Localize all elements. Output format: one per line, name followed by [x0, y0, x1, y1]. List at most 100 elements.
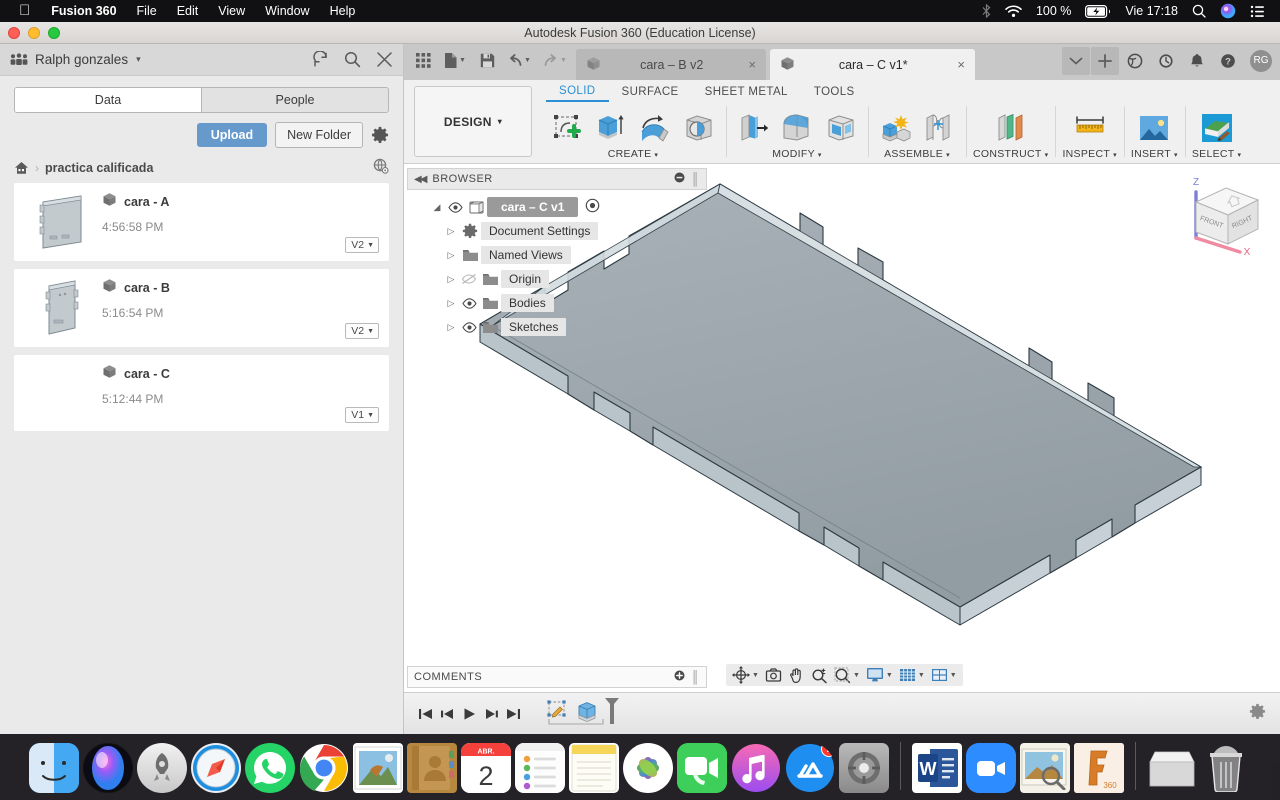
twisty-collapsed-icon[interactable]: ▷ — [443, 298, 459, 309]
preview-icon[interactable] — [1020, 743, 1070, 793]
measure-icon[interactable] — [1070, 108, 1110, 148]
new-tab-plus-icon[interactable] — [1091, 46, 1119, 75]
tab-solid[interactable]: SOLID — [546, 82, 609, 102]
photos-icon[interactable] — [623, 743, 673, 793]
orbit-icon[interactable]: ▼ — [730, 665, 761, 685]
maximize-window-button[interactable] — [48, 27, 60, 39]
version-dropdown[interactable]: V1 ▼ — [345, 407, 379, 423]
menu-edit[interactable]: Edit — [167, 0, 209, 22]
menu-file[interactable]: File — [127, 0, 167, 22]
chevron-down-icon[interactable]: ▾ — [1113, 152, 1117, 159]
window-traffic-lights[interactable] — [8, 27, 60, 39]
redo-icon[interactable]: ▼ — [538, 48, 572, 74]
search-icon[interactable] — [344, 51, 361, 68]
chevron-down-icon[interactable]: ▾ — [946, 152, 950, 159]
itunes-icon[interactable] — [731, 743, 781, 793]
workspace-switcher[interactable]: DESIGN ▾ — [414, 86, 532, 157]
collapse-left-icon[interactable]: ◀◀ — [414, 174, 427, 185]
add-comment-icon[interactable] — [674, 670, 685, 684]
tab-tools[interactable]: TOOLS — [801, 82, 868, 102]
chevron-down-icon[interactable]: ▼ — [950, 672, 957, 679]
3d-viewport[interactable]: ◀◀ BROWSER ║ ◢ cara – C v1 ▷ Document Se… — [404, 164, 1280, 692]
close-icon[interactable] — [376, 51, 393, 68]
system-preferences-icon[interactable] — [839, 743, 889, 793]
avatar[interactable]: RG — [1250, 49, 1272, 72]
go-to-end-ic`on[interactable] — [502, 701, 524, 727]
tab-surface[interactable]: SURFACE — [609, 82, 692, 102]
menu-view[interactable]: View — [208, 0, 255, 22]
help-question-icon[interactable]: ? — [1213, 47, 1243, 75]
chevron-down-icon[interactable]: ▼ — [560, 57, 567, 64]
close-window-button[interactable] — [8, 27, 20, 39]
mail-icon[interactable] — [353, 743, 403, 793]
twisty-collapsed-icon[interactable]: ▷ — [443, 322, 459, 333]
apple-icon[interactable]:  — [8, 0, 41, 21]
tab-people[interactable]: People — [201, 88, 388, 112]
chevron-down-icon[interactable]: ▼ — [459, 57, 466, 64]
bluetooth-icon[interactable] — [975, 0, 998, 22]
visibility-eye-icon[interactable] — [445, 201, 465, 213]
save-icon[interactable] — [474, 48, 500, 74]
data-panel-tabs[interactable]: Data People — [14, 87, 389, 113]
list-item[interactable]: cara - B 5:16:54 PM V2 ▼ — [14, 269, 389, 347]
safari-icon[interactable] — [191, 743, 241, 793]
tree-node-origin[interactable]: ▷ Origin — [407, 267, 707, 291]
create-sketch-icon[interactable] — [547, 108, 587, 148]
notes-icon[interactable] — [569, 743, 619, 793]
go-to-beginning-icon[interactable] — [414, 701, 436, 727]
show-data-panel-icon[interactable] — [410, 48, 436, 74]
battery-charging-icon[interactable] — [1078, 0, 1118, 22]
extrude-icon[interactable] — [591, 108, 631, 148]
contacts-icon[interactable] — [407, 743, 457, 793]
hole-icon[interactable] — [679, 108, 719, 148]
menu-help[interactable]: Help — [320, 0, 366, 22]
fillet-icon[interactable] — [777, 108, 817, 148]
home-icon[interactable] — [14, 161, 29, 175]
activate-component-radio[interactable] — [585, 198, 600, 216]
display-settings-icon[interactable]: ▼ — [864, 665, 895, 685]
zoom-window-icon[interactable]: ▼ — [832, 665, 862, 685]
breadcrumb-current-folder[interactable]: practica calificada — [45, 161, 153, 175]
insert-image-icon[interactable] — [1134, 108, 1174, 148]
visibility-eye-icon[interactable] — [459, 321, 479, 333]
new-folder-button[interactable]: New Folder — [275, 122, 363, 148]
tree-node-bodies[interactable]: ▷ Bodies — [407, 291, 707, 315]
comments-panel-header[interactable]: COMMENTS ║ — [407, 666, 707, 688]
close-icon[interactable]: × — [748, 57, 756, 72]
press-pull-icon[interactable] — [733, 108, 773, 148]
minimize-window-button[interactable] — [28, 27, 40, 39]
job-status-icon[interactable] — [1120, 47, 1150, 75]
twisty-collapsed-icon[interactable]: ▷ — [443, 226, 459, 237]
menu-app-name[interactable]: Fusion 360 — [41, 0, 126, 22]
close-icon[interactable]: × — [957, 57, 965, 72]
notifications-bell-icon[interactable] — [1182, 47, 1212, 75]
gear-icon[interactable] — [371, 126, 389, 144]
menu-window[interactable]: Window — [255, 0, 319, 22]
menubar-clock[interactable]: Vie 17:18 — [1118, 0, 1185, 22]
new-component-icon[interactable] — [875, 108, 915, 148]
list-item[interactable]: cara - A 4:56:58 PM V2 ▼ — [14, 183, 389, 261]
facetime-icon[interactable] — [677, 743, 727, 793]
document-tab-cara-c[interactable]: cara – C v1* × — [770, 49, 975, 80]
pan-icon[interactable] — [786, 665, 807, 685]
panel-resize-handle[interactable]: ║ — [691, 670, 700, 684]
tree-node-sketches[interactable]: ▷ Sketches — [407, 315, 707, 339]
search-icon[interactable] — [1185, 0, 1213, 22]
launchpad-icon[interactable] — [137, 743, 187, 793]
chevron-down-icon[interactable]: ▼ — [918, 672, 925, 679]
offset-plane-icon[interactable] — [991, 108, 1031, 148]
globe-share-icon[interactable] — [373, 158, 389, 177]
shell-icon[interactable] — [821, 108, 861, 148]
twisty-collapsed-icon[interactable]: ▷ — [443, 274, 459, 285]
trash-icon[interactable] — [1201, 743, 1251, 793]
visibility-eye-off-icon[interactable] — [459, 273, 479, 285]
chevron-down-icon[interactable]: ▾ — [1238, 152, 1242, 159]
refresh-icon[interactable] — [312, 51, 329, 68]
chevron-down-icon[interactable]: ▾ — [136, 54, 141, 65]
whatsapp-icon[interactable] — [245, 743, 295, 793]
timeline-marker-icon[interactable] — [604, 697, 620, 730]
tab-sheet-metal[interactable]: SHEET METAL — [692, 82, 801, 102]
select-icon[interactable] — [1197, 108, 1237, 148]
chevron-down-icon[interactable]: ▾ — [818, 152, 822, 159]
tree-node-root[interactable]: ◢ cara – C v1 — [407, 195, 707, 219]
